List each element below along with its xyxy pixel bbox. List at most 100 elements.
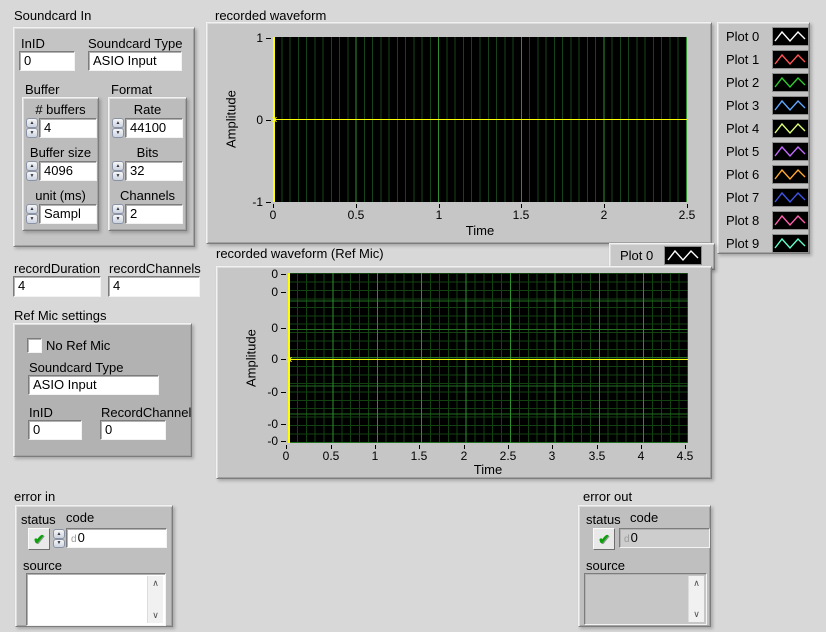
- no-ref-mic-checkbox[interactable]: [27, 338, 42, 353]
- unit-stepper[interactable]: ▲▼: [26, 204, 38, 224]
- increment-icon[interactable]: ▲: [112, 118, 124, 128]
- legend-item-plot0[interactable]: Plot 0: [718, 25, 809, 48]
- bits-stepper[interactable]: ▲▼: [112, 161, 124, 181]
- scroll-down-icon[interactable]: ∨: [148, 608, 163, 623]
- graph1-xtick: 2: [584, 204, 624, 222]
- graph2-ytick: 0: [257, 351, 286, 367]
- scroll-up-icon[interactable]: ∧: [689, 576, 704, 591]
- buffer-size-input[interactable]: 4096: [39, 161, 97, 181]
- record-channels-label: recordChannels: [109, 261, 201, 276]
- plot-line-icon: [772, 234, 809, 253]
- channels-stepper[interactable]: ▲▼: [112, 204, 124, 224]
- num-buffers-stepper[interactable]: ▲▼: [26, 118, 38, 138]
- rate-label: Rate: [109, 102, 186, 118]
- error-out-status-checkmark: ✔: [593, 528, 615, 550]
- inid-input[interactable]: 0: [19, 51, 75, 71]
- graph2-xtick: 1.5: [401, 445, 437, 463]
- legend-item-plot3[interactable]: Plot 3: [718, 94, 809, 117]
- error-in-code-stepper[interactable]: ▲▼: [53, 529, 65, 548]
- unit-ring-input[interactable]: Sampl: [39, 204, 97, 224]
- bits-label: Bits: [109, 145, 186, 161]
- buffer-group: # buffers ▲▼ 4 Buffer size ▲▼ 4096 unit …: [22, 97, 99, 231]
- rate-stepper[interactable]: ▲▼: [112, 118, 124, 138]
- num-buffers-input[interactable]: 4: [39, 118, 97, 138]
- graph1-title: recorded waveform: [215, 8, 326, 23]
- ref-inid-input[interactable]: 0: [28, 420, 82, 440]
- graph2-xtick: 4: [623, 445, 659, 463]
- buffer-size-stepper[interactable]: ▲▼: [26, 161, 38, 181]
- error-in-code-input[interactable]: d0: [66, 528, 167, 548]
- graph2-ytick: -0: [257, 384, 286, 400]
- legend-item-plot9[interactable]: Plot 9: [718, 232, 809, 255]
- graph1-xtick: 1: [419, 204, 459, 222]
- legend-item-plot4[interactable]: Plot 4: [718, 117, 809, 140]
- error-out-source-indicator: ∧ ∨: [584, 573, 707, 625]
- graph2-plot-area: [288, 273, 688, 443]
- scroll-up-icon[interactable]: ∧: [148, 576, 163, 591]
- increment-icon[interactable]: ▲: [112, 204, 124, 214]
- increment-icon[interactable]: ▲: [26, 118, 38, 128]
- ref-mic-title: Ref Mic settings: [14, 308, 106, 323]
- increment-icon[interactable]: ▲: [53, 529, 65, 539]
- plot-line-icon: [772, 73, 809, 92]
- graph2-xtick: 1: [357, 445, 393, 463]
- legend-item-plot0[interactable]: Plot 0: [610, 244, 714, 267]
- decrement-icon[interactable]: ▼: [26, 171, 38, 181]
- legend-item-plot8[interactable]: Plot 8: [718, 209, 809, 232]
- ref-inid-label: InID: [29, 405, 53, 420]
- graph1-plot-area: [273, 37, 687, 202]
- graph2-xtick: 0: [268, 445, 304, 463]
- plot-line-icon: [772, 165, 809, 184]
- graph1-xtick: 1.5: [501, 204, 541, 222]
- ref-record-channel-label: RecordChannel: [101, 405, 191, 420]
- scrollbar[interactable]: ∧ ∨: [688, 576, 704, 622]
- record-duration-input[interactable]: 4: [13, 276, 101, 297]
- legend-item-plot6[interactable]: Plot 6: [718, 163, 809, 186]
- error-in-source-label: source: [23, 558, 62, 573]
- scrollbar[interactable]: ∧ ∨: [147, 576, 163, 623]
- graph2-x-axis-label: Time: [468, 462, 508, 477]
- channels-input[interactable]: 2: [125, 204, 183, 224]
- soundcard-in-panel: InID 0 Soundcard Type ASIO Input Buffer …: [13, 27, 195, 247]
- labview-front-panel: Soundcard In InID 0 Soundcard Type ASIO …: [0, 0, 826, 632]
- graph2-xtick: 2.5: [490, 445, 526, 463]
- error-in-code-label: code: [66, 510, 94, 525]
- decrement-icon[interactable]: ▼: [26, 128, 38, 138]
- graph2-ytick: 0: [257, 284, 286, 300]
- decrement-icon[interactable]: ▼: [112, 214, 124, 224]
- error-in-status-checkmark[interactable]: ✔: [28, 528, 50, 550]
- format-group-label: Format: [111, 82, 152, 97]
- plot-line-icon: [664, 246, 702, 265]
- soundcard-type-input[interactable]: ASIO Input: [88, 51, 182, 71]
- legend-item-plot7[interactable]: Plot 7: [718, 186, 809, 209]
- increment-icon[interactable]: ▲: [112, 161, 124, 171]
- error-out-source-label: source: [586, 558, 625, 573]
- increment-icon[interactable]: ▲: [26, 204, 38, 214]
- error-in-status-label: status: [21, 512, 56, 527]
- plot-line-icon: [772, 188, 809, 207]
- error-in-source-textarea[interactable]: ∧ ∨: [26, 573, 166, 626]
- ref-mic-panel: No Ref Mic Soundcard Type ASIO Input InI…: [13, 323, 192, 457]
- ref-soundcard-type-label: Soundcard Type: [29, 360, 123, 375]
- graph1-ytick: 0: [227, 112, 271, 128]
- legend-item-plot1[interactable]: Plot 1: [718, 48, 809, 71]
- scroll-down-icon[interactable]: ∨: [689, 607, 704, 622]
- graph1-xtick: 0.5: [336, 204, 376, 222]
- graph1-xtick: 0: [253, 204, 293, 222]
- legend-item-plot5[interactable]: Plot 5: [718, 140, 809, 163]
- unit-label: unit (ms): [23, 188, 98, 204]
- ref-record-channel-input[interactable]: 0: [100, 420, 166, 440]
- plot-line-icon: [772, 119, 809, 138]
- legend-item-plot2[interactable]: Plot 2: [718, 71, 809, 94]
- decrement-icon[interactable]: ▼: [112, 128, 124, 138]
- decrement-icon[interactable]: ▼: [26, 214, 38, 224]
- decrement-icon[interactable]: ▼: [112, 171, 124, 181]
- ref-soundcard-type-input[interactable]: ASIO Input: [28, 375, 159, 395]
- graph1-xtick: 2.5: [667, 204, 707, 222]
- increment-icon[interactable]: ▲: [26, 161, 38, 171]
- decrement-icon[interactable]: ▼: [53, 539, 65, 549]
- record-channels-input[interactable]: 4: [108, 276, 200, 297]
- rate-input[interactable]: 44100: [125, 118, 183, 138]
- bits-input[interactable]: 32: [125, 161, 183, 181]
- graph2-xtick: 2: [446, 445, 482, 463]
